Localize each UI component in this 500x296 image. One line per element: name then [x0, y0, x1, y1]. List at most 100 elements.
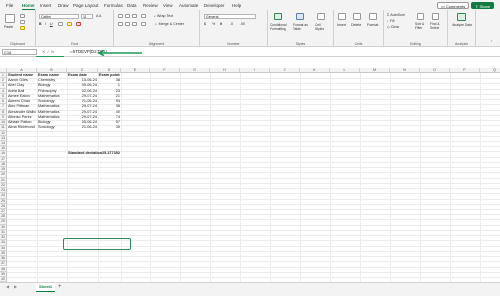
align-right-icon[interactable]	[132, 22, 137, 26]
align-top-icon[interactable]	[118, 14, 123, 18]
group-analysis: Analyze Data Analysis	[448, 10, 476, 47]
paste-icon[interactable]	[5, 14, 15, 23]
tab-data[interactable]: Data	[127, 3, 137, 8]
table-cell[interactable]: 35	[99, 125, 120, 130]
cancel-icon[interactable]: ✕	[42, 49, 45, 54]
analyze-data-button[interactable]: Analyze Data	[452, 23, 472, 27]
decrease-decimal-icon[interactable]: .00	[240, 22, 245, 26]
gridline-col	[240, 73, 241, 282]
stdev-value-cell[interactable]: 25.377352	[99, 151, 120, 156]
fx-icon[interactable]: fx	[51, 49, 54, 54]
percent-style-icon[interactable]: %	[212, 22, 215, 26]
insert-cells-button[interactable]: Insert	[337, 23, 346, 27]
tab-formulas[interactable]: Formulas	[104, 3, 123, 8]
column-header-g[interactable]: G	[180, 68, 210, 73]
align-middle-icon[interactable]	[125, 14, 130, 18]
tab-help[interactable]: Help	[232, 3, 241, 8]
number-format-select[interactable]: General	[204, 14, 256, 19]
conditional-formatting-button[interactable]: Conditional Formatting	[270, 23, 290, 31]
find-select-button[interactable]: Find & Select	[430, 22, 445, 30]
name-box[interactable]: C16	[2, 49, 37, 55]
cell-styles-icon[interactable]	[317, 13, 325, 20]
add-sheet-button[interactable]: +	[58, 284, 62, 290]
column-header-p[interactable]: P	[450, 68, 480, 73]
insert-cells-icon[interactable]	[338, 13, 346, 20]
format-cells-button[interactable]: Format	[367, 23, 378, 27]
find-select-icon[interactable]	[432, 13, 439, 20]
fill-color-icon[interactable]	[67, 22, 72, 26]
tab-developer[interactable]: Developer	[204, 3, 225, 8]
column-header-e[interactable]: E	[121, 68, 150, 73]
next-sheet-icon[interactable]: ▶	[14, 284, 17, 289]
column-header-j[interactable]: J	[270, 68, 300, 73]
tab-home[interactable]: Home	[22, 3, 35, 10]
column-header-k[interactable]: K	[300, 68, 330, 73]
conditional-formatting-icon[interactable]	[274, 13, 282, 20]
prev-sheet-icon[interactable]: ◀	[6, 284, 9, 289]
column-header-l[interactable]: L	[330, 68, 360, 73]
group-label-alignment: Alignment	[148, 42, 165, 46]
format-as-table-button[interactable]: Format as Table	[293, 23, 309, 31]
format-as-table-icon[interactable]	[296, 13, 304, 20]
underline-icon[interactable]: U	[50, 22, 53, 26]
bold-icon[interactable]: B	[39, 22, 42, 26]
sort-filter-button[interactable]: Sort & Filter	[415, 22, 428, 30]
tab-page-layout[interactable]: Page Layout	[73, 3, 98, 8]
sheet-tab-sheet1[interactable]: Sheet1	[36, 283, 56, 292]
gridline-row	[7, 188, 500, 189]
clear-button[interactable]: ◇ Clear	[387, 25, 399, 29]
indent-icon[interactable]	[141, 22, 146, 26]
tab-insert[interactable]: Insert	[40, 3, 51, 8]
column-header-f[interactable]: F	[150, 68, 180, 73]
borders-icon[interactable]	[58, 22, 63, 26]
font-name-select[interactable]: Calibri	[39, 14, 79, 19]
sheet-tab-bar: ◀ ▶ Sheet1 +	[0, 282, 500, 296]
format-painter-icon[interactable]	[20, 26, 25, 30]
comma-style-icon[interactable]: 9	[220, 22, 222, 26]
tab-draw[interactable]: Draw	[58, 3, 69, 8]
tab-view[interactable]: View	[163, 3, 173, 8]
column-header-i[interactable]: I	[240, 68, 270, 73]
cell-styles-button[interactable]: Cell Styles	[315, 23, 329, 31]
stdev-label-cell[interactable]: Standard deviation	[68, 151, 102, 156]
accounting-format-icon[interactable]: $	[204, 22, 206, 26]
sort-filter-icon[interactable]	[417, 13, 424, 20]
autosum-button[interactable]: Σ AutoSum	[387, 13, 405, 17]
tab-file[interactable]: File	[6, 3, 13, 8]
column-header-h[interactable]: H	[210, 68, 240, 73]
gridline-col	[121, 73, 122, 282]
font-color-icon[interactable]	[76, 22, 81, 26]
align-bottom-icon[interactable]	[132, 14, 137, 18]
font-size-select[interactable]: 11	[81, 14, 93, 19]
tab-review[interactable]: Review	[143, 3, 158, 8]
align-left-icon[interactable]	[118, 22, 123, 26]
collapse-ribbon-icon[interactable]: ⌃	[490, 40, 493, 44]
analyze-data-icon[interactable]	[457, 13, 466, 21]
column-header-n[interactable]: N	[390, 68, 420, 73]
delete-cells-button[interactable]: Delete	[351, 23, 361, 27]
font-grow-shrink-icon[interactable]: A A	[96, 14, 101, 18]
cut-icon[interactable]	[20, 14, 25, 18]
fill-button[interactable]: ↓ Fill	[387, 19, 394, 23]
column-header-q[interactable]: Q	[480, 68, 500, 73]
format-cells-icon[interactable]	[369, 13, 377, 20]
worksheet-grid[interactable]: ABCDEFGHIJKLMNOPQRSTU 123456789101112131…	[0, 68, 500, 282]
column-header-o[interactable]: O	[420, 68, 450, 73]
copy-icon[interactable]	[20, 20, 25, 24]
orientation-icon[interactable]	[141, 14, 146, 18]
table-cell[interactable]: 21-06-24	[68, 125, 97, 130]
merge-center-button[interactable]: ⇔ Merge & Center	[154, 22, 184, 26]
column-header-m[interactable]: M	[360, 68, 390, 73]
share-button[interactable]: ⇪ Share	[471, 2, 495, 9]
italic-icon[interactable]: I	[45, 22, 46, 26]
wrap-text-button[interactable]: ⤶ Wrap Text	[154, 14, 173, 18]
align-center-icon[interactable]	[125, 22, 130, 26]
increase-decimal-icon[interactable]: .0	[230, 22, 233, 26]
tab-automate[interactable]: Automate	[179, 3, 198, 8]
table-cell[interactable]: Sociology	[38, 125, 66, 130]
table-cell[interactable]: Alma Richmond	[8, 125, 36, 130]
comments-button[interactable]: ▭ Comments	[437, 2, 470, 9]
delete-cells-icon[interactable]	[353, 13, 361, 20]
group-label-font: Font	[70, 42, 78, 46]
paste-label[interactable]: Paste	[4, 25, 13, 29]
